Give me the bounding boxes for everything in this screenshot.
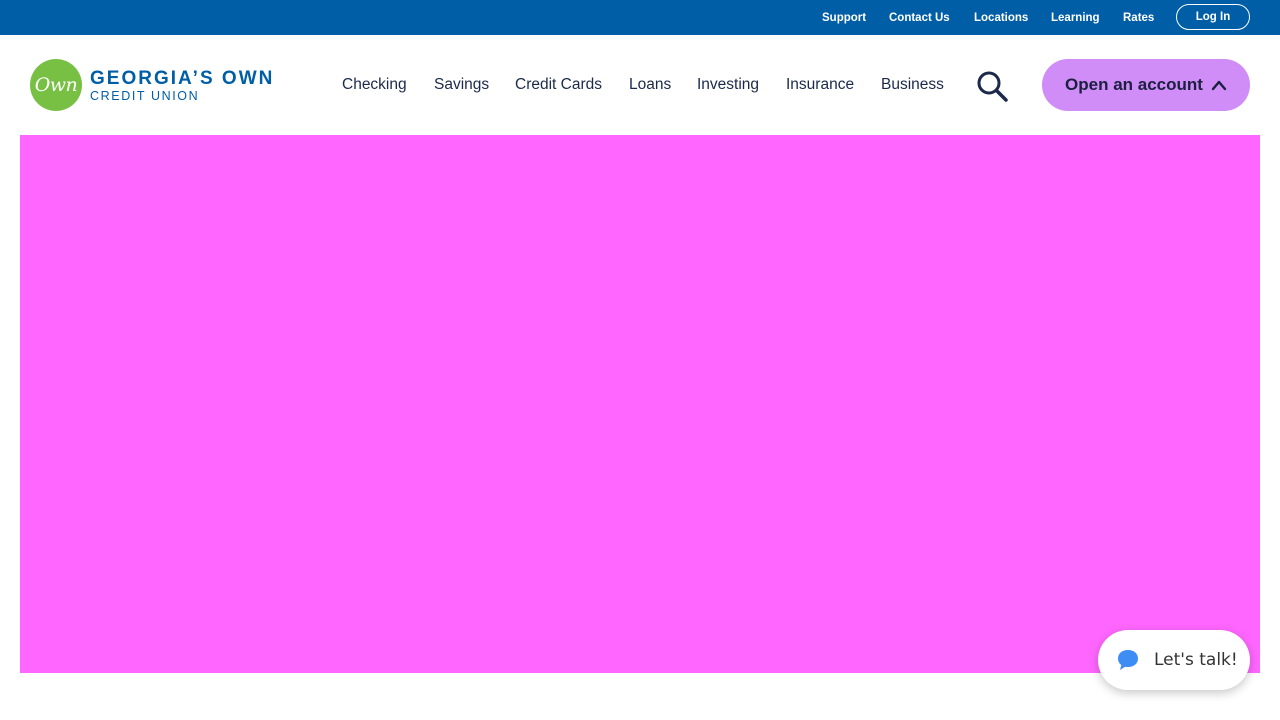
utility-link-locations[interactable]: Locations	[974, 12, 1028, 24]
logo[interactable]: Own GEORGIA’S OWN CREDIT UNION	[30, 59, 275, 113]
nav-item-loans[interactable]: Loans	[629, 76, 671, 94]
utility-link-contact-us[interactable]: Contact Us	[889, 12, 950, 24]
utility-nav: Support Contact Us Locations Learning Ra…	[0, 0, 1280, 35]
utility-link-support[interactable]: Support	[822, 12, 866, 24]
open-account-button[interactable]: Open an account	[1042, 59, 1250, 111]
nav-item-insurance[interactable]: Insurance	[786, 76, 854, 94]
search-button[interactable]	[976, 70, 1010, 104]
nav-item-business[interactable]: Business	[881, 76, 944, 94]
chevron-up-icon	[1211, 80, 1227, 91]
chat-widget-button[interactable]: Let's talk!	[1098, 630, 1250, 690]
utility-link-rates[interactable]: Rates	[1123, 12, 1154, 24]
nav-item-credit-cards[interactable]: Credit Cards	[515, 76, 602, 94]
open-account-label: Open an account	[1065, 75, 1203, 94]
main-header: Own GEORGIA’S OWN CREDIT UNION Checking …	[0, 35, 1280, 135]
hero-banner	[20, 135, 1260, 673]
logo-wordmark-line2: CREDIT UNION	[90, 89, 200, 103]
nav-item-investing[interactable]: Investing	[697, 76, 759, 94]
search-icon	[977, 71, 1008, 102]
chat-bubble-icon	[1118, 650, 1138, 670]
logo-mark: Own	[30, 59, 82, 111]
nav-item-savings[interactable]: Savings	[434, 76, 489, 94]
nav-item-checking[interactable]: Checking	[342, 76, 407, 94]
logo-wordmark-line1: GEORGIA’S OWN	[90, 68, 275, 89]
login-button[interactable]: Log In	[1176, 4, 1250, 30]
logo-mark-text: Own	[34, 74, 78, 96]
chat-label: Let's talk!	[1154, 650, 1238, 670]
utility-bar: Support Contact Us Locations Learning Ra…	[0, 0, 1280, 35]
utility-link-learning[interactable]: Learning	[1051, 12, 1100, 24]
